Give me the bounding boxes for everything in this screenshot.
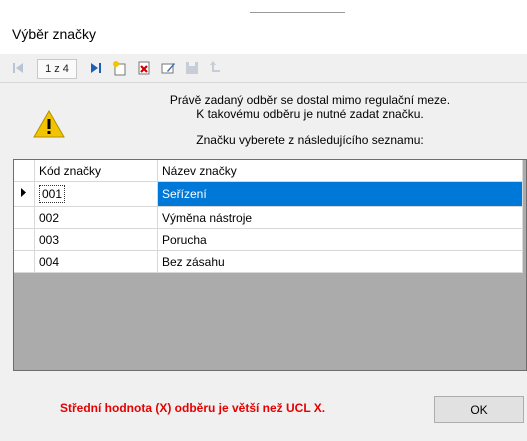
divider (250, 12, 345, 13)
marks-grid: Kód značky Název značky 001 Seřízení 002… (13, 159, 527, 371)
message-line-1: Právě zadaný odběr se dostal mimo regula… (169, 93, 451, 107)
record-pager: 1 z 4 (37, 59, 77, 79)
table-row[interactable]: 004 Bez zásahu (14, 250, 523, 273)
code-cell[interactable]: 003 (34, 228, 158, 251)
row-selector[interactable] (14, 228, 35, 251)
table-row[interactable]: 001 Seřízení (14, 181, 523, 207)
message-area: Právě zadaný odběr se dostal mimo regula… (0, 83, 527, 155)
column-header-name[interactable]: Název značky (157, 160, 523, 182)
table-header: Kód značky Název značky (14, 160, 523, 182)
first-record-icon[interactable] (8, 58, 28, 78)
code-cell[interactable]: 002 (34, 206, 158, 229)
background-area (0, 0, 527, 16)
row-selector[interactable] (14, 206, 35, 229)
name-cell[interactable]: Porucha (157, 228, 523, 251)
message-line-2: K takovému odběru je nutné zadat značku. (196, 107, 424, 121)
title-bar: Výběr značky (0, 16, 527, 54)
dialog-window: Výběr značky 1 z 4 Právě zadaný odběr se… (0, 16, 527, 441)
message-line-3: Značku vyberete z následujícího seznamu: (196, 133, 424, 147)
window-title: Výběr značky (12, 26, 97, 42)
row-selector-header (14, 160, 35, 182)
code-cell[interactable]: 004 (34, 250, 158, 273)
name-cell[interactable]: Seřízení (157, 181, 523, 207)
error-message: Střední hodnota (X) odběru je větší než … (60, 401, 326, 415)
ok-button[interactable]: OK (434, 396, 524, 423)
save-record-icon[interactable] (182, 58, 202, 78)
row-indicator-icon[interactable] (14, 181, 35, 207)
name-cell[interactable]: Výměna nástroje (157, 206, 523, 229)
undo-icon[interactable] (206, 58, 226, 78)
table-row[interactable]: 002 Výměna nástroje (14, 206, 523, 229)
row-selector[interactable] (14, 250, 35, 273)
name-cell[interactable]: Bez zásahu (157, 250, 523, 273)
navigator-toolbar: 1 z 4 (0, 54, 527, 83)
column-header-code[interactable]: Kód značky (34, 160, 158, 182)
edit-record-icon[interactable] (158, 58, 178, 78)
last-record-icon[interactable] (86, 58, 106, 78)
warning-icon (32, 109, 66, 142)
table-row[interactable]: 003 Porucha (14, 228, 523, 251)
delete-record-icon[interactable] (134, 58, 154, 78)
code-cell[interactable]: 001 (34, 181, 158, 207)
new-record-icon[interactable] (110, 58, 130, 78)
